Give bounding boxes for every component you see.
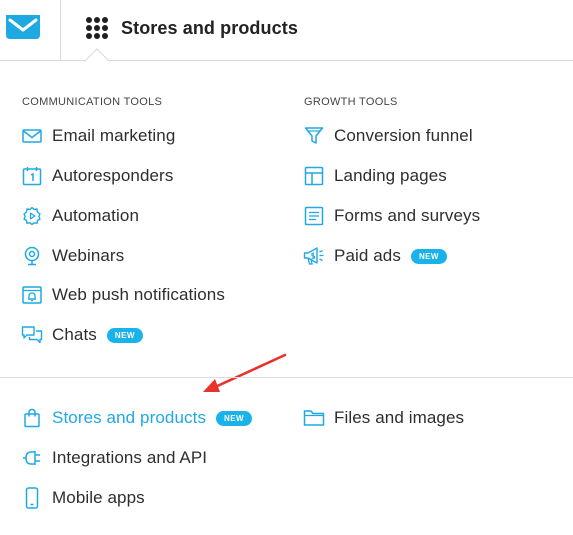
menu-item-label: Chats: [52, 325, 97, 344]
menu-item-label: Landing pages: [334, 166, 447, 185]
calendar-icon: [21, 165, 43, 187]
top-bar: Stores and products: [0, 0, 573, 61]
new-badge: NEW: [106, 327, 143, 343]
form-icon: [303, 205, 325, 227]
menu-item-label: Conversion funnel: [334, 126, 473, 145]
growth-tools-heading: GROWTH TOOLS: [304, 96, 398, 108]
menu-item-mobile-apps[interactable]: Mobile apps: [21, 486, 145, 510]
gear-play-icon: [21, 205, 43, 227]
chat-bubbles-icon: [21, 324, 43, 346]
menu-item-chats[interactable]: Chats NEW: [21, 323, 143, 347]
envelope-logo-icon[interactable]: [5, 14, 41, 40]
menu-item-paid-ads[interactable]: Paid ads NEW: [303, 244, 447, 268]
menu-item-label: Email marketing: [52, 126, 176, 145]
menu-item-files-and-images[interactable]: Files and images: [303, 406, 464, 430]
menu-item-label: Integrations and API: [52, 448, 208, 467]
menu-item-stores-and-products[interactable]: Stores and products NEW: [21, 406, 252, 430]
menu-item-webinars[interactable]: Webinars: [21, 244, 124, 268]
layout-icon: [303, 165, 325, 187]
folder-icon: [303, 407, 325, 429]
menu-item-autoresponders[interactable]: Autoresponders: [21, 164, 173, 188]
megaphone-icon: [303, 245, 325, 267]
new-badge: NEW: [216, 410, 252, 426]
menu-item-landing-pages[interactable]: Landing pages: [303, 164, 447, 188]
menu-item-label: Paid ads: [334, 246, 401, 265]
section-divider: [0, 377, 573, 378]
menu-item-forms-and-surveys[interactable]: Forms and surveys: [303, 204, 480, 228]
menu-item-label: Files and images: [334, 408, 465, 427]
plug-icon: [21, 447, 43, 469]
funnel-icon: [303, 125, 325, 147]
browser-bell-icon: [21, 284, 43, 306]
header-divider: [60, 0, 61, 61]
menu-item-email-marketing[interactable]: Email marketing: [21, 124, 175, 148]
menu-item-automation[interactable]: Automation: [21, 204, 139, 228]
communication-tools-heading: COMMUNICATION TOOLS: [22, 96, 163, 108]
menu-item-integrations-and-api[interactable]: Integrations and API: [21, 446, 207, 470]
envelope-icon: [21, 125, 43, 147]
menu-item-web-push-notifications[interactable]: Web push notifications: [21, 283, 225, 307]
red-arrow-annotation: [203, 353, 287, 392]
new-badge: NEW: [410, 248, 447, 264]
webcam-icon: [21, 245, 43, 267]
menu-item-conversion-funnel[interactable]: Conversion funnel: [303, 124, 473, 148]
shopping-bag-icon: [21, 407, 43, 429]
grid-dots-icon[interactable]: [86, 17, 108, 39]
menu-item-label: Autoresponders: [52, 166, 174, 185]
menu-item-label: Stores and products: [52, 408, 207, 427]
menu-item-label: Automation: [52, 206, 139, 225]
menu-item-label: Webinars: [52, 246, 125, 265]
menu-item-label: Web push notifications: [52, 285, 225, 304]
menu-title[interactable]: Stores and products: [121, 18, 298, 39]
menu-item-label: Mobile apps: [52, 488, 145, 507]
menu-item-label: Forms and surveys: [334, 206, 481, 225]
smartphone-icon: [21, 487, 43, 509]
